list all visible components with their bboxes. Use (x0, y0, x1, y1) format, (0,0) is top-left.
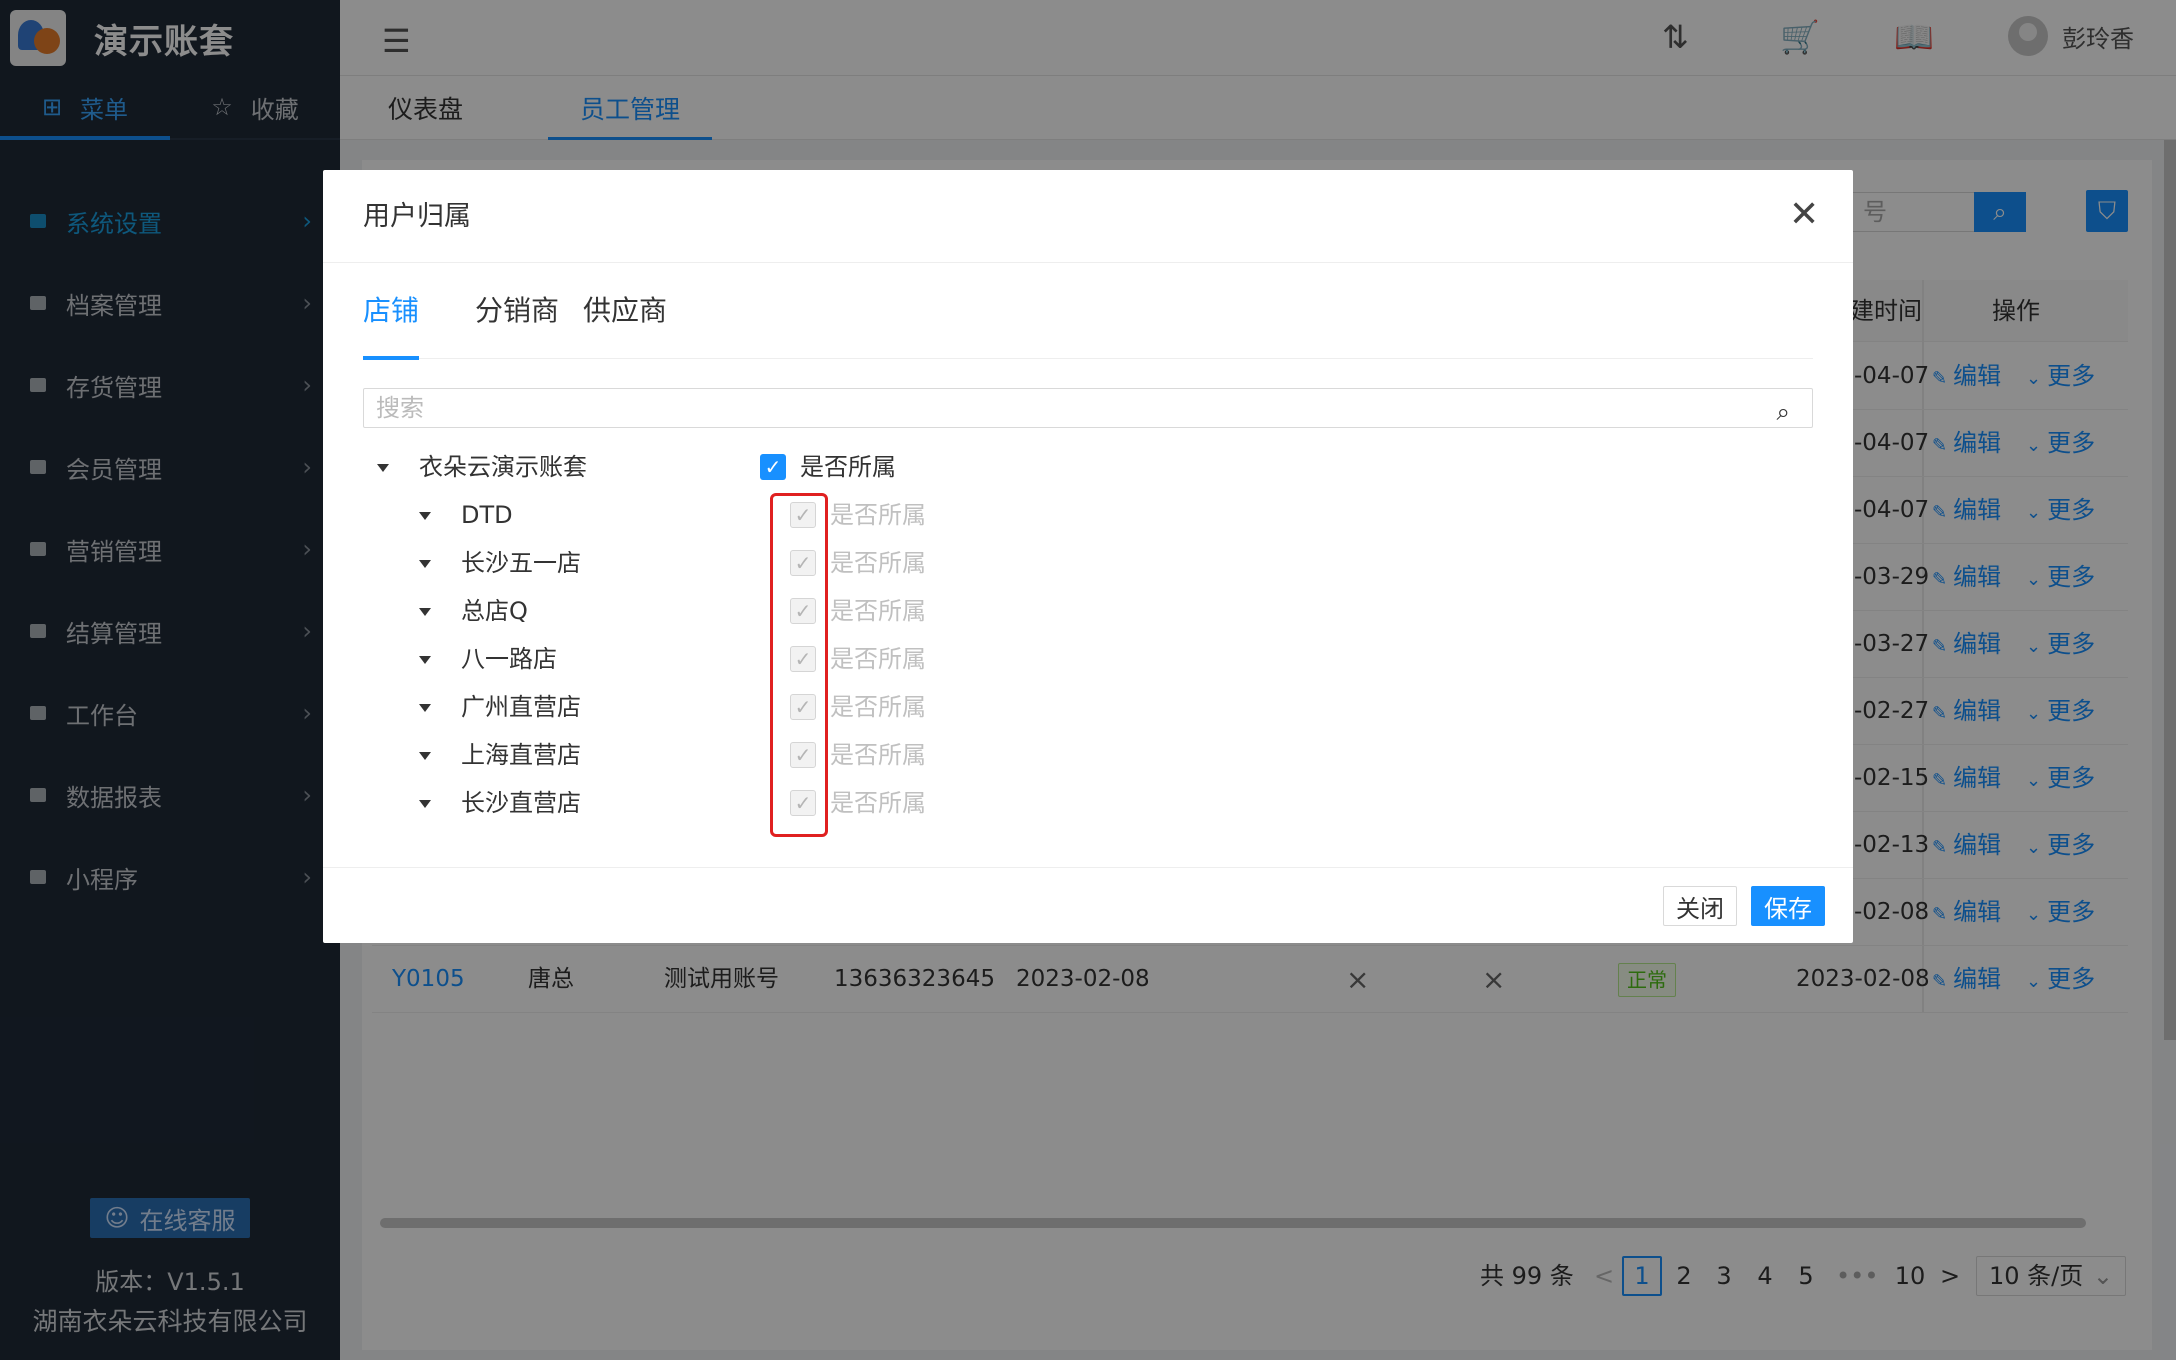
caret-down-icon[interactable] (419, 608, 431, 616)
caret-down-icon[interactable] (419, 800, 431, 808)
caret-down-icon[interactable] (419, 752, 431, 760)
caret-down-icon[interactable] (419, 560, 431, 568)
caret-down-icon[interactable] (419, 704, 431, 712)
tree-node-label: 衣朵云演示账套 (419, 453, 587, 481)
store-ownership-label: 是否所属 (830, 693, 926, 721)
tree-node-store[interactable]: 广州直营店 (419, 683, 581, 731)
tab-stores[interactable]: 店铺 (363, 263, 420, 360)
dialog-tabs: 店铺 分销商 供应商 (363, 263, 1813, 360)
save-button[interactable]: 保存 (1751, 886, 1825, 926)
store-ownership-label: 是否所属 (830, 501, 926, 529)
close-button[interactable]: 关闭 (1663, 886, 1737, 926)
search-icon[interactable]: ⌕ (1777, 393, 1790, 431)
tab-distributors[interactable]: 分销商 (475, 263, 559, 359)
tree-node-store[interactable]: 长沙五一店 (419, 539, 581, 587)
tree-node-label: 八一路店 (461, 645, 557, 673)
tree-node-label: 广州直营店 (461, 693, 581, 721)
dialog-search-placeholder: 搜索 (376, 394, 424, 422)
user-ownership-dialog: 用户归属 ✕ 店铺 分销商 供应商 搜索 ⌕ 衣朵云演示账套 ✓ 是否所属 DT… (323, 170, 1853, 943)
tree-node-label: DTD (461, 501, 513, 529)
tree-node-store[interactable]: DTD (419, 491, 513, 539)
tree-node-store[interactable]: 上海直营店 (419, 731, 581, 779)
tree-node-label: 长沙五一店 (461, 549, 581, 577)
dialog-header: 用户归属 ✕ (323, 170, 1853, 263)
store-ownership-label: 是否所属 (830, 549, 926, 577)
root-ownership-checkbox[interactable]: ✓ (760, 454, 786, 480)
caret-down-icon[interactable] (419, 512, 431, 520)
check-icon: ✓ (764, 455, 782, 479)
tree-node-label: 长沙直营店 (461, 789, 581, 817)
close-icon[interactable]: ✕ (1789, 194, 1819, 235)
store-ownership-label: 是否所属 (830, 741, 926, 769)
tree-node-store[interactable]: 八一路店 (419, 635, 557, 683)
dialog-title: 用户归属 (363, 201, 471, 232)
caret-down-icon[interactable] (377, 464, 389, 472)
root-ownership-label: 是否所属 (800, 453, 896, 481)
store-ownership-label: 是否所属 (830, 789, 926, 817)
tree-node-label: 上海直营店 (461, 741, 581, 769)
tree-node-label: 总店Q (461, 597, 528, 625)
store-ownership-label: 是否所属 (830, 597, 926, 625)
caret-down-icon[interactable] (419, 656, 431, 664)
store-ownership-label: 是否所属 (830, 645, 926, 673)
highlight-box (770, 493, 828, 837)
dialog-footer: 关闭 保存 (323, 867, 1853, 943)
tab-suppliers[interactable]: 供应商 (583, 263, 667, 359)
dialog-search-input[interactable]: 搜索 ⌕ (363, 388, 1813, 428)
tree-node-root[interactable]: 衣朵云演示账套 (377, 443, 587, 491)
tree-node-store[interactable]: 长沙直营店 (419, 779, 581, 827)
tree-node-store[interactable]: 总店Q (419, 587, 528, 635)
